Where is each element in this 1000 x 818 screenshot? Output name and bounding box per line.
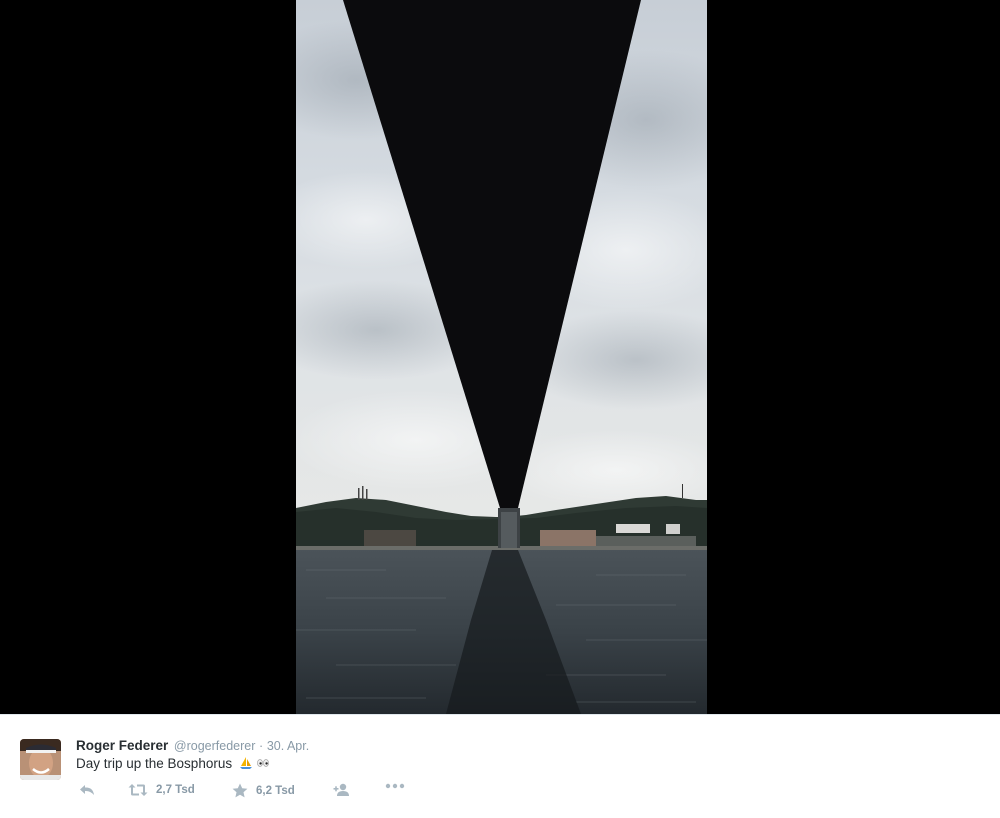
media-lightbox xyxy=(0,0,1000,714)
sailboat-emoji xyxy=(239,756,253,773)
eyes-emoji xyxy=(256,756,270,773)
follow-button[interactable] xyxy=(333,783,351,797)
tweet-header: Roger Federer @rogerfederer · 30. Apr. xyxy=(76,738,309,753)
retweet-icon xyxy=(128,784,148,796)
reply-button[interactable] xyxy=(79,783,95,797)
star-icon xyxy=(232,783,248,798)
tweet-card: Roger Federer @rogerfederer · 30. Apr. D… xyxy=(0,714,1000,818)
tweet-photo[interactable] xyxy=(296,0,707,714)
tweet-text: Day trip up the Bosphorus xyxy=(76,756,270,773)
author-name[interactable]: Roger Federer xyxy=(76,738,168,753)
tweet-timestamp[interactable]: 30. Apr. xyxy=(267,739,309,753)
favorite-count: 6,2 Tsd xyxy=(256,784,295,797)
author-handle[interactable]: @rogerfederer xyxy=(174,739,255,753)
retweet-button[interactable]: 2,7 Tsd xyxy=(128,783,195,797)
reply-icon xyxy=(80,785,94,795)
follow-user-icon xyxy=(333,783,349,796)
more-button[interactable] xyxy=(385,783,405,789)
more-icon xyxy=(385,783,405,789)
tweet-text-content: Day trip up the Bosphorus xyxy=(76,756,233,771)
favorite-button[interactable]: 6,2 Tsd xyxy=(232,783,295,798)
separator: · xyxy=(259,739,264,753)
bridge-photo xyxy=(296,0,707,714)
avatar[interactable] xyxy=(20,739,61,780)
retweet-count: 2,7 Tsd xyxy=(156,784,195,796)
avatar-image xyxy=(20,739,61,780)
tweet-actions: 2,7 Tsd 6,2 Tsd xyxy=(76,783,476,801)
